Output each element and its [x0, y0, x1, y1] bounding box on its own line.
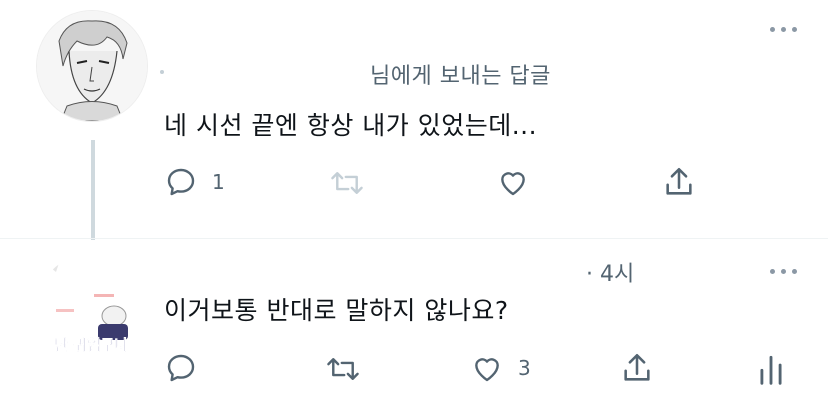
reply-to-label: 님에게 보내는 답글 [370, 64, 551, 89]
reply-button[interactable]: 1 [164, 166, 225, 198]
share-icon [666, 167, 692, 195]
tweet-header-dot [160, 70, 164, 74]
like-button[interactable]: 3 [470, 352, 531, 384]
reply-icon [167, 168, 195, 196]
share-button[interactable] [620, 351, 654, 385]
tweet-text: 이거보통 반대로 말하지 않나요? [164, 296, 509, 325]
divider [0, 238, 828, 239]
reply-count: 1 [212, 170, 225, 194]
tweet-text: 네 시선 끝엔 항상 내가 있었는데... [164, 111, 538, 140]
share-icon [624, 353, 650, 381]
svg-text:난 귀엽구나: 난 귀엽구나 [54, 336, 128, 354]
like-count: 3 [518, 356, 531, 380]
like-button[interactable] [496, 166, 530, 198]
reply-icon [167, 354, 195, 382]
retweet-icon [327, 358, 359, 380]
tweet-time[interactable]: · 4시 [586, 256, 634, 288]
analytics-icon [760, 355, 782, 385]
more-options-icon[interactable] [770, 264, 802, 278]
like-icon [475, 358, 499, 382]
like-icon [501, 172, 525, 196]
reply-button[interactable] [164, 352, 198, 384]
retweet-button[interactable] [330, 168, 364, 198]
avatar[interactable] [36, 10, 148, 122]
retweet-button[interactable] [326, 354, 360, 384]
thread-line [91, 140, 95, 240]
share-button[interactable] [662, 165, 696, 199]
avatar[interactable]: 난 귀엽구나 [36, 254, 146, 364]
more-options-icon[interactable] [770, 22, 802, 36]
retweet-icon [331, 172, 363, 194]
analytics-button[interactable] [758, 352, 784, 386]
